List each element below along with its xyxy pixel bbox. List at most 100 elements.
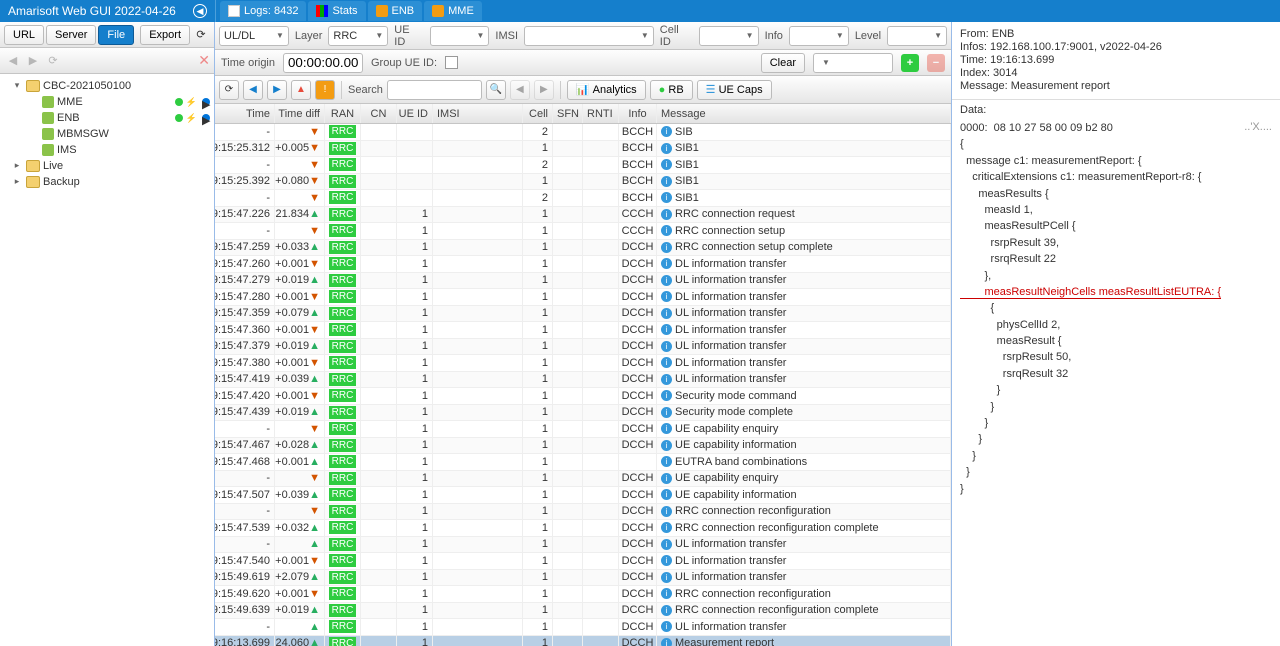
- cell-sfn: [553, 339, 583, 355]
- table-row[interactable]: - ▼RRC2BCCHiSIB: [215, 124, 951, 141]
- search-prev-icon[interactable]: ◀: [510, 80, 530, 100]
- binoculars-icon[interactable]: 🔍: [486, 80, 506, 100]
- detail-body[interactable]: 0000: 08 10 27 58 00 09 b2 80..'X.... { …: [952, 116, 1280, 646]
- alert-tool-icon[interactable]: !: [315, 80, 335, 100]
- table-row[interactable]: 19:15:47.540+0.001 ▼RRC11DCCHiDL informa…: [215, 553, 951, 570]
- url-button[interactable]: URL: [4, 25, 44, 45]
- search-input[interactable]: [387, 80, 482, 100]
- table-row[interactable]: 19:15:47.380+0.001 ▼RRC11DCCHiDL informa…: [215, 355, 951, 372]
- nav-back-icon[interactable]: ◀: [4, 52, 22, 70]
- tree-item-enb[interactable]: ENB⚡▶: [0, 110, 214, 126]
- prev-tool-icon[interactable]: ◀: [243, 80, 263, 100]
- tree-item-live[interactable]: ▸Live: [0, 158, 214, 174]
- table-row[interactable]: 19:15:47.379+0.019 ▲RRC11DCCHiUL informa…: [215, 339, 951, 356]
- close-icon[interactable]: ✕: [198, 52, 210, 69]
- table-row[interactable]: - ▲RRC11DCCHiUL information transfer: [215, 619, 951, 636]
- table-row[interactable]: - ▼RRC11DCCHiUE capability enquiry: [215, 471, 951, 488]
- cell-cell: 1: [523, 306, 553, 322]
- tab-enb[interactable]: ENB: [368, 1, 423, 21]
- table-row[interactable]: 19:15:49.619+2.079 ▲RRC11DCCHiUL informa…: [215, 570, 951, 587]
- table-row[interactable]: 19:15:25.312+0.005 ▼RRC1BCCHiSIB1: [215, 141, 951, 158]
- table-row[interactable]: 19:15:47.468+0.001 ▲RRC11iEUTRA band com…: [215, 454, 951, 471]
- table-row[interactable]: 19:15:47.360+0.001 ▼RRC11DCCHiDL informa…: [215, 322, 951, 339]
- server-button[interactable]: Server: [46, 25, 96, 45]
- imsi-combo[interactable]: ▼: [524, 26, 654, 46]
- export-button[interactable]: Export: [140, 25, 190, 45]
- table-row[interactable]: 19:15:49.620+0.001 ▼RRC11DCCHiRRC connec…: [215, 586, 951, 603]
- tree-item-backup[interactable]: ▸Backup: [0, 174, 214, 190]
- col-header-ueid[interactable]: UE ID: [397, 104, 433, 123]
- tree-item-cbc-2021050100[interactable]: ▾CBC-2021050100: [0, 78, 214, 94]
- nav-reload-icon[interactable]: ⟳: [44, 52, 62, 70]
- tab-logs8432[interactable]: Logs: 8432: [220, 1, 306, 21]
- time-origin-input[interactable]: [283, 53, 363, 73]
- table-row[interactable]: 19:15:47.507+0.039 ▲RRC11DCCHiUE capabil…: [215, 487, 951, 504]
- rb-button[interactable]: ● RB: [650, 80, 693, 100]
- add-filter-icon[interactable]: +: [901, 54, 919, 72]
- cellid-combo[interactable]: ▼: [699, 26, 759, 46]
- table-row[interactable]: 19:15:47.279+0.019 ▲RRC11DCCHiUL informa…: [215, 273, 951, 290]
- cell-msg: iSecurity mode complete: [657, 405, 951, 421]
- nav-fwd-icon[interactable]: ▶: [24, 52, 42, 70]
- tree-item-mbmsgw[interactable]: MBMSGW: [0, 126, 214, 142]
- uecaps-button[interactable]: ☰ UE Caps: [697, 80, 772, 100]
- table-row[interactable]: 19:15:47.439+0.019 ▲RRC11DCCHiSecurity m…: [215, 405, 951, 422]
- table-row[interactable]: 19:15:25.392+0.080 ▼RRC1BCCHiSIB1: [215, 174, 951, 191]
- table-row[interactable]: 19:15:47.539+0.032 ▲RRC11DCCHiRRC connec…: [215, 520, 951, 537]
- clear-button[interactable]: Clear: [761, 53, 805, 73]
- detail-pane: From: ENB Infos: 192.168.100.17:9001, v2…: [952, 22, 1280, 646]
- table-row[interactable]: 19:15:47.467+0.028 ▲RRC11DCCHiUE capabil…: [215, 438, 951, 455]
- refresh-tool-icon[interactable]: ⟳: [219, 80, 239, 100]
- col-header-diff[interactable]: Time diff: [275, 104, 325, 123]
- expander-icon[interactable]: ▸: [11, 160, 23, 172]
- table-row[interactable]: 19:15:47.280+0.001 ▼RRC11DCCHiDL informa…: [215, 289, 951, 306]
- table-row[interactable]: 19:15:47.226+21.834 ▲RRC11CCCHiRRC conne…: [215, 207, 951, 224]
- status-dot-blue[interactable]: ▶: [202, 114, 210, 122]
- table-row[interactable]: 19:15:47.260+0.001 ▼RRC11DCCHiDL informa…: [215, 256, 951, 273]
- next-tool-icon[interactable]: ▶: [267, 80, 287, 100]
- remove-filter-icon[interactable]: −: [927, 54, 945, 72]
- col-header-sfn[interactable]: SFN: [553, 104, 583, 123]
- table-row[interactable]: 19:15:47.359+0.079 ▲RRC11DCCHiUL informa…: [215, 306, 951, 323]
- table-row[interactable]: 19:15:47.259+0.033 ▲RRC11DCCHiRRC connec…: [215, 240, 951, 257]
- layer-combo[interactable]: RRC▼: [328, 26, 388, 46]
- table-row[interactable]: - ▼RRC11DCCHiRRC connection reconfigurat…: [215, 504, 951, 521]
- col-header-msg[interactable]: Message: [657, 104, 951, 123]
- table-row[interactable]: 19:15:49.639+0.019 ▲RRC11DCCHiRRC connec…: [215, 603, 951, 620]
- filter-preset-combo[interactable]: ▼: [813, 53, 893, 73]
- warn-tool-icon[interactable]: ▲: [291, 80, 311, 100]
- analytics-button[interactable]: 📊 Analytics: [567, 80, 646, 100]
- col-header-cn[interactable]: CN: [361, 104, 397, 123]
- status-dot-blue[interactable]: ▶: [202, 98, 210, 106]
- table-row[interactable]: - ▼RRC11CCCHiRRC connection setup: [215, 223, 951, 240]
- tab-mme[interactable]: MME: [424, 1, 482, 21]
- refresh-icon[interactable]: ⟳: [192, 26, 210, 44]
- table-row[interactable]: 19:15:47.420+0.001 ▼RRC11DCCHiSecurity m…: [215, 388, 951, 405]
- table-row[interactable]: - ▼RRC2BCCHiSIB1: [215, 157, 951, 174]
- table-row[interactable]: - ▼RRC2BCCHiSIB1: [215, 190, 951, 207]
- table-row[interactable]: 19:16:13.699+24.060 ▲RRC11DCCHiMeasureme…: [215, 636, 951, 646]
- expander-icon[interactable]: ▾: [11, 80, 23, 92]
- file-button[interactable]: File: [98, 25, 134, 45]
- tree-item-mme[interactable]: MME⚡▶: [0, 94, 214, 110]
- table-row[interactable]: 19:15:47.419+0.039 ▲RRC11DCCHiUL informa…: [215, 372, 951, 389]
- info-combo[interactable]: ▼: [789, 26, 849, 46]
- search-next-icon[interactable]: ▶: [534, 80, 554, 100]
- col-header-imsi[interactable]: IMSI: [433, 104, 523, 123]
- col-header-ran[interactable]: RAN: [325, 104, 361, 123]
- expander-icon[interactable]: ▸: [11, 176, 23, 188]
- table-row[interactable]: - ▲RRC11DCCHiUL information transfer: [215, 537, 951, 554]
- collapse-leftpane-icon[interactable]: ◀: [193, 4, 207, 18]
- col-header-cell[interactable]: Cell: [523, 104, 553, 123]
- ueid-combo[interactable]: ▼: [430, 26, 490, 46]
- col-header-time[interactable]: Time: [215, 104, 275, 123]
- col-header-info[interactable]: Info: [619, 104, 657, 123]
- uldl-combo[interactable]: UL/DL▼: [219, 26, 289, 46]
- group-ueid-checkbox[interactable]: [445, 56, 458, 69]
- col-header-rnti[interactable]: RNTI: [583, 104, 619, 123]
- level-combo[interactable]: ▼: [887, 26, 947, 46]
- grid-body[interactable]: - ▼RRC2BCCHiSIB19:15:25.312+0.005 ▼RRC1B…: [215, 124, 951, 646]
- table-row[interactable]: - ▼RRC11DCCHiUE capability enquiry: [215, 421, 951, 438]
- tab-stats[interactable]: Stats: [308, 1, 365, 21]
- tree-item-ims[interactable]: IMS: [0, 142, 214, 158]
